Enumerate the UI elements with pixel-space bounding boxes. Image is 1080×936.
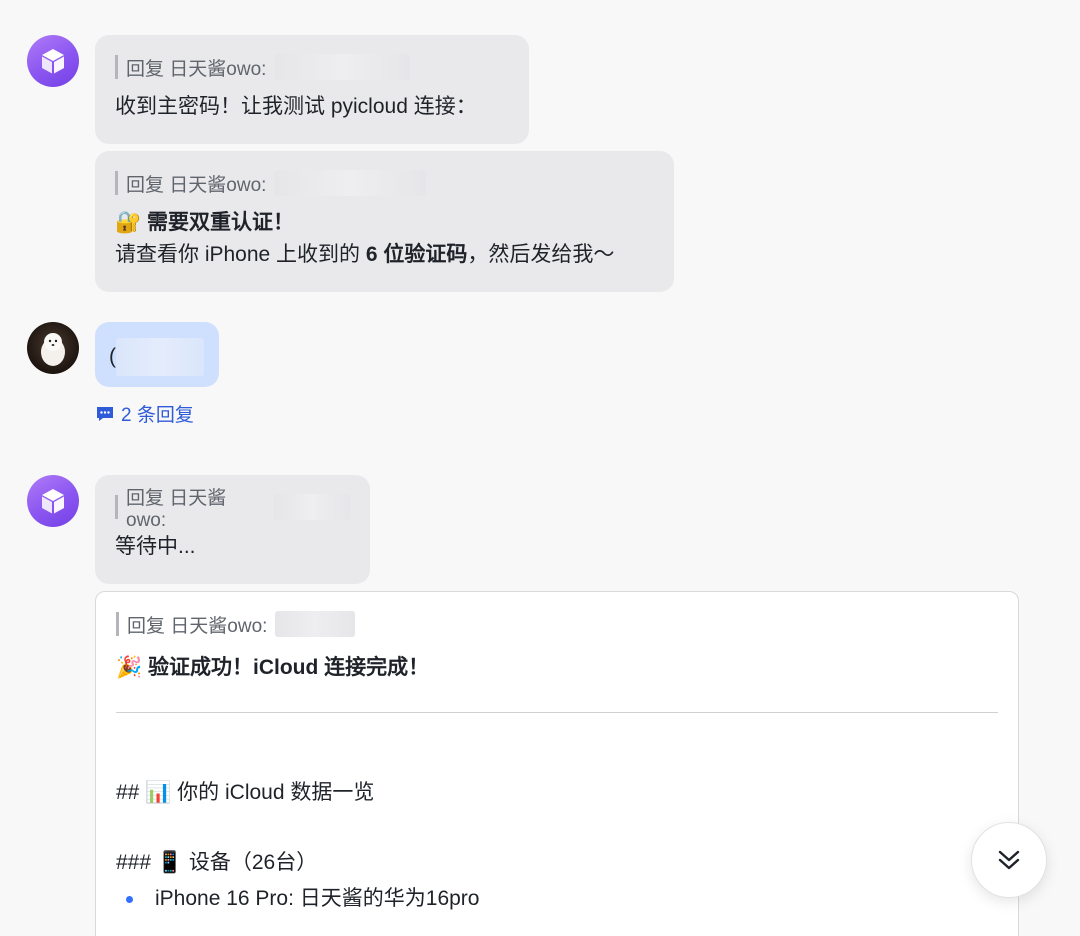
- reply-quote[interactable]: 回复 日天酱owo:: [115, 54, 509, 80]
- message-bubble[interactable]: 回复 日天酱owo: 🔐 需要双重认证！ 请查看你 iPhone 上收到的 6 …: [95, 151, 674, 292]
- message-title: 🎉 验证成功！iCloud 连接完成！: [116, 656, 430, 679]
- user-avatar[interactable]: [27, 322, 79, 374]
- message-bubble[interactable]: 回复 日天酱owo: 等待中...: [95, 475, 370, 584]
- scroll-to-bottom-button[interactable]: [971, 822, 1047, 898]
- reply-prefix: 回复 日天酱owo:: [127, 615, 268, 637]
- subsection-heading: ### 📱 设备（26台）: [116, 851, 318, 874]
- reply-quote[interactable]: 回复 日天酱owo:: [115, 170, 654, 196]
- message-card[interactable]: 回复 日天酱owo: 🎉 验证成功！iCloud 连接完成！ ## 📊 你的 i…: [95, 591, 1019, 936]
- replies-count-label: 2 条回复: [121, 405, 194, 426]
- message-text: 请查看你 iPhone 上收到的 6 位验证码，然后发给我～: [115, 243, 615, 266]
- message-text: (: [109, 345, 116, 368]
- user-message-bubble[interactable]: (: [95, 322, 219, 387]
- message-bubble[interactable]: 回复 日天酱owo: 收到主密码！让我测试 pyicloud 连接：: [95, 35, 529, 144]
- comment-icon: [97, 406, 113, 421]
- double-chevron-down-icon: [998, 850, 1020, 870]
- redacted-text: [116, 338, 204, 376]
- message-text: 收到主密码！让我测试 pyicloud 连接：: [115, 95, 477, 118]
- message-text: 等待中...: [115, 535, 196, 558]
- party-popper-icon: 🎉: [116, 656, 143, 679]
- reply-prefix: 回复 日天酱owo:: [126, 174, 267, 196]
- bot-avatar[interactable]: [27, 35, 79, 87]
- divider: [116, 712, 998, 713]
- lock-icon: 🔐: [115, 211, 142, 234]
- redacted-text: [274, 170, 427, 196]
- redacted-text: [275, 611, 356, 637]
- redacted-text: [274, 494, 350, 520]
- cube-icon: [42, 49, 64, 74]
- reply-quote[interactable]: 回复 日天酱owo:: [116, 611, 998, 637]
- reply-prefix: 回复 日天酱owo:: [126, 487, 227, 531]
- bot-avatar[interactable]: [27, 475, 79, 527]
- reply-quote[interactable]: 回复 日天酱owo:: [115, 488, 350, 531]
- redacted-text: [274, 54, 411, 80]
- message-title: 🔐 需要双重认证！: [115, 211, 294, 234]
- reply-prefix: 回复 日天酱owo:: [126, 58, 267, 80]
- dog-photo: [41, 333, 65, 366]
- cube-icon: [42, 489, 64, 514]
- bullet-dot: [126, 895, 133, 903]
- list-item: iPhone 16 Pro: 日天酱的华为16pro: [116, 883, 998, 915]
- replies-link[interactable]: 2 条回复: [95, 400, 194, 427]
- section-heading: ## 📊 你的 iCloud 数据一览: [116, 781, 375, 804]
